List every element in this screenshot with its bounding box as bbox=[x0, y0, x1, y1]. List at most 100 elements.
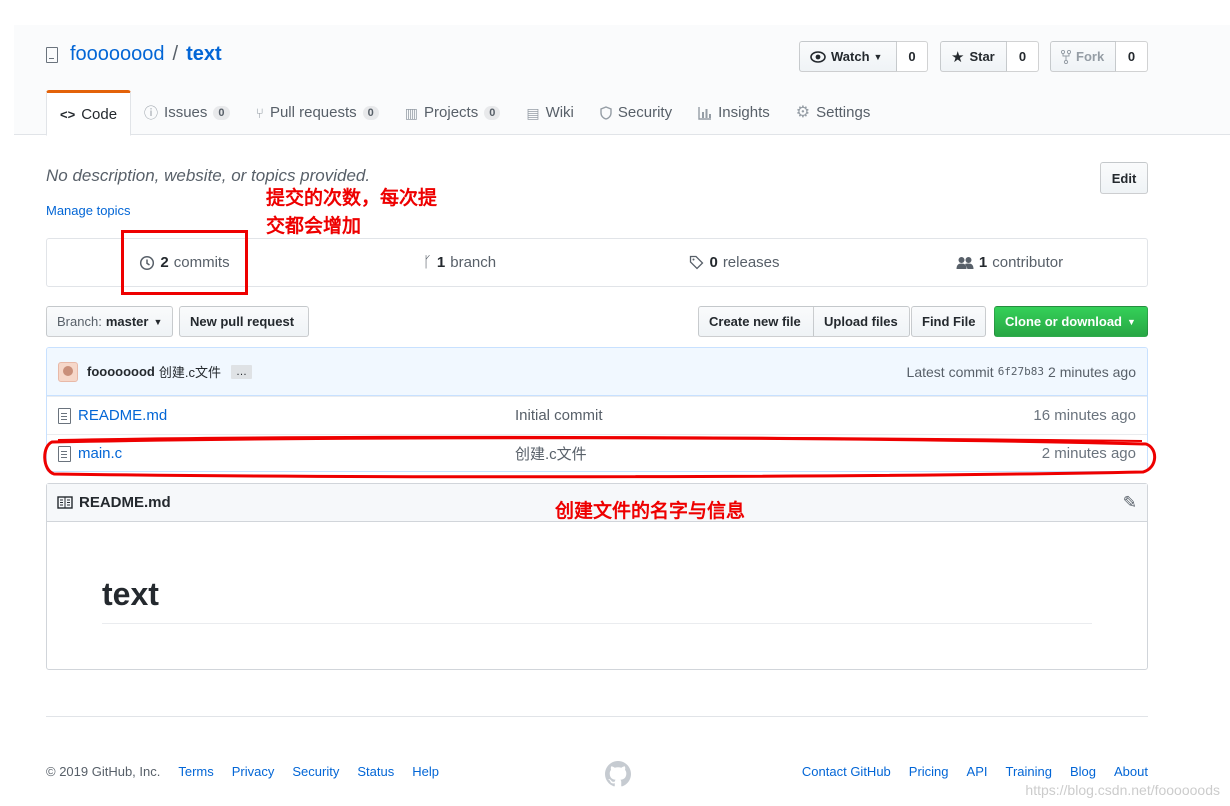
branch-link[interactable]: ᚴ 1 branch bbox=[322, 239, 597, 286]
tab-code[interactable]: <> Code bbox=[46, 90, 132, 136]
footer-copyright: © 2019 GitHub, Inc. bbox=[46, 764, 161, 779]
watch-count[interactable]: 0 bbox=[897, 41, 928, 72]
footer-link-about[interactable]: About bbox=[1114, 764, 1148, 779]
repo-owner-link[interactable]: foooooood bbox=[70, 43, 165, 66]
readme-heading: text bbox=[102, 576, 159, 612]
tag-icon bbox=[690, 255, 704, 270]
repo-title-separator: / bbox=[172, 43, 179, 65]
caret-down-icon: ▼ bbox=[873, 51, 883, 62]
releases-link[interactable]: 0 releases bbox=[597, 239, 872, 286]
footer-link-blog[interactable]: Blog bbox=[1070, 764, 1096, 779]
commit-author[interactable]: foooooood bbox=[87, 364, 155, 379]
repo-title: foooooood / text bbox=[46, 43, 222, 66]
annotation-line: 交都会增加 bbox=[266, 215, 362, 237]
upload-files-button[interactable]: Upload files bbox=[813, 306, 910, 337]
star-icon: ★ bbox=[951, 48, 965, 66]
tab-label: Code bbox=[81, 105, 118, 123]
contributors-link[interactable]: 1 contributor bbox=[872, 239, 1147, 286]
contributor-count: 1 bbox=[978, 254, 988, 271]
footer-link-api[interactable]: API bbox=[967, 764, 988, 779]
footer-link-help[interactable]: Help bbox=[412, 764, 439, 779]
fork-button[interactable]: Fork bbox=[1050, 41, 1116, 72]
branch-icon: ᚴ bbox=[422, 254, 432, 271]
tab-security[interactable]: Security bbox=[587, 90, 685, 135]
tab-label: Security bbox=[617, 104, 673, 121]
contributor-label: contributor bbox=[992, 254, 1064, 271]
clone-download-button[interactable]: Clone or download ▼ bbox=[994, 306, 1148, 337]
file-commit-message[interactable]: Initial commit bbox=[515, 407, 603, 424]
readme-divider bbox=[102, 623, 1092, 624]
branch-prefix: Branch: bbox=[57, 314, 102, 329]
people-icon bbox=[956, 256, 974, 269]
pencil-icon[interactable]: ✎ bbox=[1123, 493, 1137, 513]
star-count[interactable]: 0 bbox=[1007, 41, 1039, 72]
project-icon: ▥ bbox=[404, 104, 419, 121]
annotation-commits-box bbox=[121, 230, 248, 295]
caret-down-icon: ▼ bbox=[153, 316, 163, 327]
book-icon bbox=[57, 496, 73, 509]
repo-description: No description, website, or topics provi… bbox=[46, 166, 371, 185]
clone-label: Clone or download bbox=[1005, 314, 1122, 329]
file-icon bbox=[58, 407, 71, 424]
annotation-file-ellipse bbox=[43, 435, 1157, 479]
graph-icon bbox=[698, 106, 712, 120]
branch-select-button[interactable]: Branch: master ▼ bbox=[46, 306, 173, 337]
releases-count: 0 bbox=[709, 254, 718, 271]
releases-label: releases bbox=[722, 254, 780, 271]
tab-counter: 0 bbox=[362, 105, 379, 120]
gear-icon: ⚙ bbox=[795, 103, 811, 121]
tab-counter: 0 bbox=[213, 105, 230, 120]
latest-commit-bar: foooooood 创建.c文件 … Latest commit 6f27b83… bbox=[47, 348, 1147, 396]
tab-insights[interactable]: Insights bbox=[685, 90, 783, 135]
latest-commit-prefix: Latest commit bbox=[906, 363, 994, 380]
star-label: Star bbox=[969, 49, 995, 64]
caret-down-icon: ▼ bbox=[1127, 316, 1136, 327]
fork-label: Fork bbox=[1076, 49, 1105, 64]
new-pull-request-button[interactable]: New pull request bbox=[179, 306, 309, 337]
file-row: README.md Initial commit 16 minutes ago bbox=[47, 396, 1147, 434]
tab-label: Issues bbox=[164, 104, 208, 121]
issue-icon: ⓘ bbox=[144, 104, 159, 121]
edit-button[interactable]: Edit bbox=[1100, 162, 1148, 194]
manage-topics-link[interactable]: Manage topics bbox=[46, 203, 131, 218]
pull-request-icon: ⑂ bbox=[255, 104, 264, 121]
tab-label: Pull requests bbox=[269, 104, 357, 121]
footer-link-security[interactable]: Security bbox=[292, 764, 339, 779]
branch-count: 1 bbox=[436, 254, 446, 271]
find-file-button[interactable]: Find File bbox=[911, 306, 986, 337]
watermark-text: https://blog.csdn.net/foooooods bbox=[1025, 782, 1220, 798]
readme-filename: README.md bbox=[79, 494, 171, 511]
footer-link-contact[interactable]: Contact GitHub bbox=[802, 764, 891, 779]
tab-projects[interactable]: ▥ Projects 0 bbox=[392, 90, 514, 135]
tab-issues[interactable]: ⓘ Issues 0 bbox=[131, 90, 242, 135]
github-logo-icon[interactable] bbox=[605, 761, 631, 787]
repo-icon bbox=[46, 46, 58, 63]
branch-label: branch bbox=[450, 254, 497, 271]
code-icon: <> bbox=[60, 106, 76, 122]
repo-name-link[interactable]: text bbox=[186, 43, 222, 66]
star-button[interactable]: ★ Star bbox=[940, 41, 1007, 72]
commit-sha[interactable]: 6f27b83 bbox=[998, 365, 1044, 378]
commit-message[interactable]: 创建.c文件 bbox=[159, 362, 221, 381]
annotation-file-note: 创建文件的名字与信息 bbox=[555, 500, 746, 522]
file-name-link[interactable]: README.md bbox=[78, 407, 167, 424]
tab-settings[interactable]: ⚙ Settings bbox=[783, 90, 884, 135]
fork-count[interactable]: 0 bbox=[1116, 41, 1148, 72]
footer-divider bbox=[46, 716, 1148, 717]
create-new-file-button[interactable]: Create new file bbox=[698, 306, 814, 337]
footer-link-terms[interactable]: Terms bbox=[178, 764, 213, 779]
watch-button[interactable]: Watch ▼ bbox=[799, 41, 897, 72]
footer-link-status[interactable]: Status bbox=[357, 764, 394, 779]
annotation-commits-note: 提交的次数，每次提 交都会增加 bbox=[266, 184, 437, 240]
footer-link-privacy[interactable]: Privacy bbox=[232, 764, 275, 779]
footer-left: © 2019 GitHub, Inc. Terms Privacy Securi… bbox=[46, 764, 439, 779]
annotation-line: 提交的次数，每次提 bbox=[266, 187, 438, 209]
avatar[interactable] bbox=[58, 361, 78, 382]
tab-wiki[interactable]: ▤ Wiki bbox=[513, 90, 587, 135]
footer-link-pricing[interactable]: Pricing bbox=[909, 764, 949, 779]
footer-link-training[interactable]: Training bbox=[1006, 764, 1052, 779]
tab-pull-requests[interactable]: ⑂ Pull requests 0 bbox=[243, 90, 392, 135]
commit-expand-button[interactable]: … bbox=[230, 364, 252, 379]
tab-label: Settings bbox=[816, 104, 871, 121]
tab-label: Wiki bbox=[545, 104, 574, 121]
